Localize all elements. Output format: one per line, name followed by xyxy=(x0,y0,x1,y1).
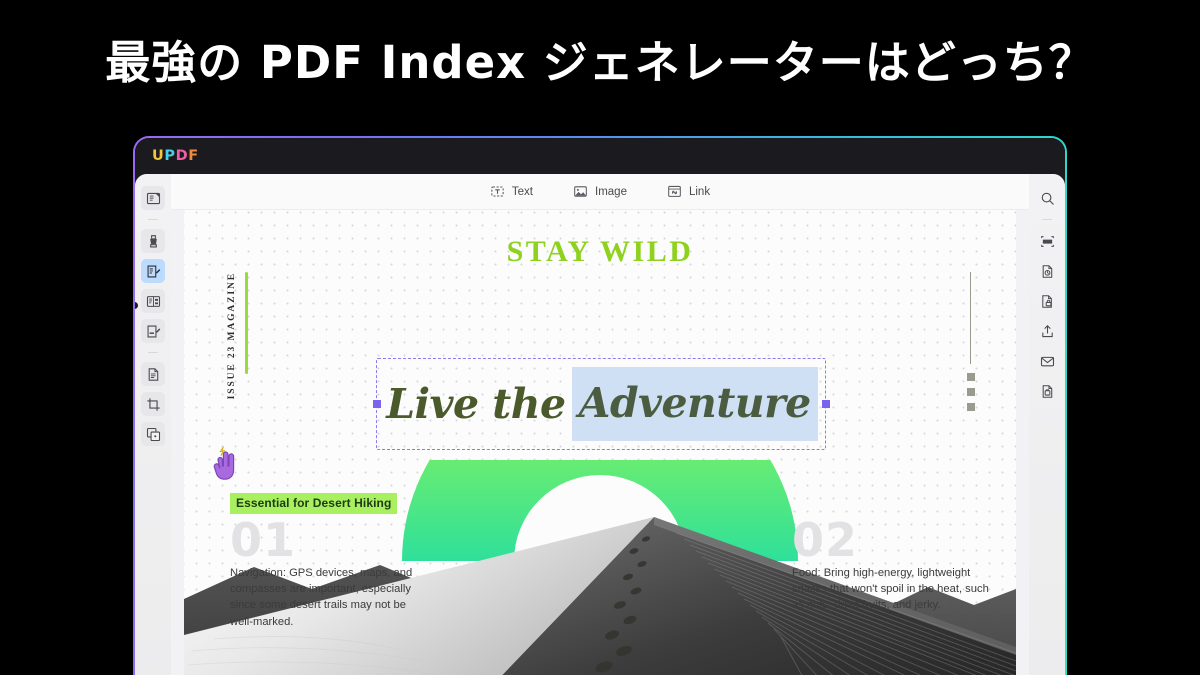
save-archive-icon xyxy=(1040,384,1055,399)
toolbar-item-link[interactable]: Link xyxy=(667,184,710,199)
column-body-02[interactable]: Food: Bring high-energy, lightweight sna… xyxy=(792,565,1002,614)
logo-letter-u: U xyxy=(152,148,165,164)
sidebar-item-annotate[interactable] xyxy=(141,229,165,253)
panel-collapse-handle[interactable] xyxy=(135,302,138,309)
pdf-page[interactable]: ISSUE 23 MAGAZINE STAY WILD Live the Adv… xyxy=(184,210,1016,675)
column-number-02: 02 xyxy=(792,513,859,567)
toolbar-label-text: Text xyxy=(511,185,533,198)
page-title: 最強の PDF Index ジェネレーターはどっち？ xyxy=(105,36,1095,89)
screenshot-stage: 最強の PDF Index ジェネレーターはどっち？ UPDF Text Ima… xyxy=(0,0,1200,675)
search-icon xyxy=(1040,191,1055,206)
crop-page-icon xyxy=(146,397,161,412)
toolbar-item-image[interactable]: Image xyxy=(573,184,627,199)
toolbar-item-text[interactable]: Text xyxy=(490,184,533,199)
image-icon xyxy=(573,184,588,199)
decor-dot xyxy=(967,373,975,381)
fill-and-sign-icon xyxy=(146,324,161,339)
compress-file-icon xyxy=(1040,264,1055,279)
sidebar-item-reader-view[interactable] xyxy=(141,186,165,210)
text-box-icon xyxy=(490,184,505,199)
updf-logo[interactable]: UPDF xyxy=(152,148,199,164)
decor-vertical-rule xyxy=(969,272,971,364)
sidebar-item-fill-and-sign[interactable] xyxy=(141,319,165,343)
app-body: Text Image Link ISSUE 23 MAGAZINE STAY W… xyxy=(135,174,1065,675)
edit-toolbar: Text Image Link xyxy=(171,174,1029,210)
script-word-live-the: Live the xyxy=(386,380,566,428)
rail-separator xyxy=(1042,219,1052,220)
sidebar-item-search[interactable] xyxy=(1035,186,1059,210)
logo-letter-d: D xyxy=(175,148,189,164)
sidebar-item-convert-pdf[interactable] xyxy=(141,362,165,386)
app-window: UPDF Text Image Link ISSUE 23 MAGAZINE S… xyxy=(135,138,1065,675)
script-headline[interactable]: Live the Adventure xyxy=(377,359,825,449)
left-toolbar xyxy=(135,174,171,675)
convert-pdf-icon xyxy=(146,367,161,382)
sidebar-item-organize-pages[interactable] xyxy=(141,289,165,313)
column-number-01: 01 xyxy=(230,513,297,567)
issue-label: ISSUE 23 MAGAZINE xyxy=(227,272,237,400)
toolbar-label-link: Link xyxy=(688,185,711,198)
issue-rule xyxy=(245,272,248,374)
sidebar-item-edit-pdf[interactable] xyxy=(141,259,165,283)
logo-letter-p: P xyxy=(164,148,176,164)
edit-pdf-icon xyxy=(146,264,161,279)
ocr-icon xyxy=(1040,234,1055,249)
link-icon xyxy=(667,184,682,199)
decor-dots xyxy=(967,373,975,411)
share-export-icon xyxy=(1040,324,1055,339)
right-toolbar xyxy=(1029,174,1065,675)
titlebar: UPDF xyxy=(135,138,1065,174)
logo-letter-f: F xyxy=(188,148,199,164)
annotate-marker-icon xyxy=(146,234,161,249)
sidebar-item-ocr[interactable] xyxy=(1035,229,1059,253)
script-word-adventure-selected: Adventure xyxy=(571,367,818,441)
sidebar-item-save-archive[interactable] xyxy=(1035,379,1059,403)
sidebar-item-email[interactable] xyxy=(1035,349,1059,373)
kicker-heading[interactable]: STAY WILD xyxy=(184,235,1016,269)
sidebar-item-batch-process[interactable] xyxy=(141,422,165,446)
reader-view-icon xyxy=(146,191,161,206)
rail-separator xyxy=(148,219,158,220)
sidebar-item-protect[interactable] xyxy=(1035,289,1059,313)
text-selection-box[interactable]: Live the Adventure xyxy=(372,358,830,450)
batch-process-icon xyxy=(146,427,161,442)
sidebar-item-compress-file[interactable] xyxy=(1035,259,1059,283)
sidebar-item-crop-page[interactable] xyxy=(141,392,165,416)
issue-label-group: ISSUE 23 MAGAZINE xyxy=(227,272,248,399)
toolbar-label-image: Image xyxy=(595,185,627,198)
document-canvas[interactable]: ISSUE 23 MAGAZINE STAY WILD Live the Adv… xyxy=(171,210,1029,675)
decor-dot xyxy=(967,403,975,411)
app-window-frame: UPDF Text Image Link ISSUE 23 MAGAZINE S… xyxy=(133,136,1067,675)
rail-separator xyxy=(148,352,158,353)
organize-pages-icon xyxy=(146,294,161,309)
decor-dot xyxy=(967,388,975,396)
editor-center-column: Text Image Link ISSUE 23 MAGAZINE STAY W… xyxy=(171,174,1029,675)
email-icon xyxy=(1040,354,1055,369)
column-body-01[interactable]: Navigation: GPS devices, maps, and compa… xyxy=(230,565,432,630)
sidebar-item-share[interactable] xyxy=(1035,319,1059,343)
protect-lock-icon xyxy=(1040,294,1055,309)
